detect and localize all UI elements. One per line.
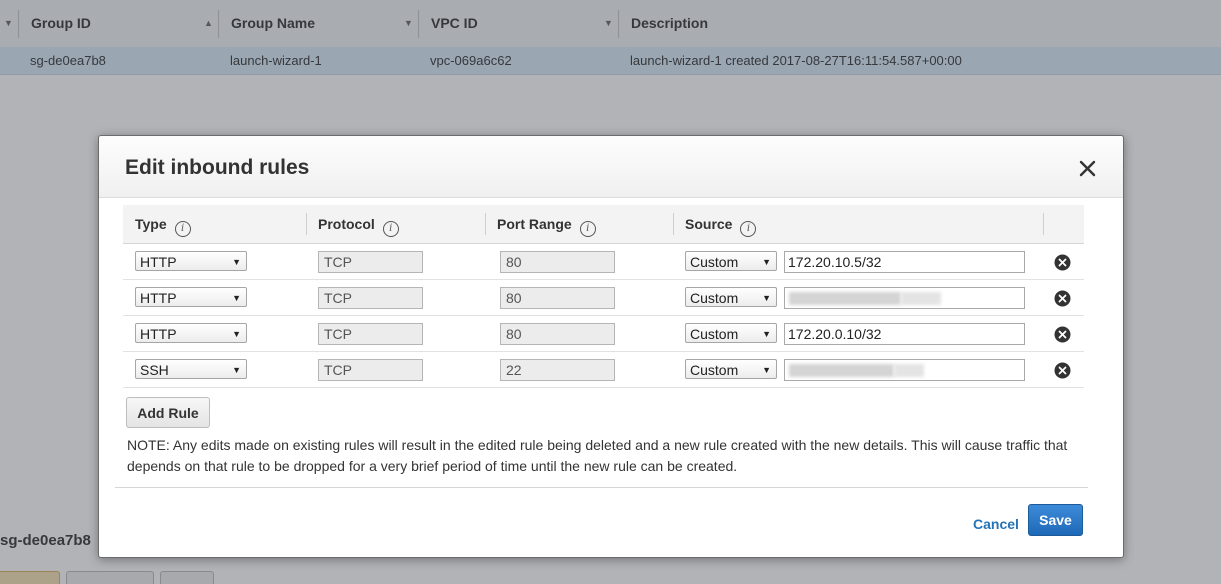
remove-rule-button[interactable]: [1054, 254, 1071, 271]
chevron-down-icon: ▼: [232, 257, 241, 267]
source-cidr-input[interactable]: [784, 287, 1025, 309]
source-cidr-input[interactable]: [784, 251, 1025, 273]
info-icon[interactable]: i: [579, 221, 596, 237]
source-cidr-input[interactable]: [784, 323, 1025, 345]
column-header-port-range: Port Range i: [497, 205, 596, 243]
source-type-select[interactable]: Custom ▼: [685, 359, 777, 379]
protocol-field: TCP: [318, 287, 423, 309]
chevron-down-icon: ▼: [762, 365, 771, 375]
info-icon[interactable]: i: [740, 221, 757, 237]
cancel-button[interactable]: Cancel: [973, 516, 1019, 532]
info-icon[interactable]: i: [174, 221, 191, 237]
type-select[interactable]: SSH ▼: [135, 359, 247, 379]
rules-table-header: Type i Protocol i Port Range i Source i: [123, 205, 1084, 244]
inbound-rules-table: Type i Protocol i Port Range i Source i HTTP…: [123, 205, 1084, 388]
port-range-field: 80: [500, 287, 615, 309]
column-label: Type: [135, 216, 167, 232]
column-separator: [1043, 213, 1044, 235]
source-type-select[interactable]: Custom ▼: [685, 323, 777, 343]
redacted-value: [894, 364, 924, 377]
type-select-value: HTTP: [140, 326, 177, 342]
source-type-select[interactable]: Custom ▼: [685, 251, 777, 271]
source-type-value: Custom: [690, 290, 739, 306]
rule-row: HTTP ▼ TCP 80 Custom ▼: [123, 244, 1084, 280]
column-header-type: Type i: [135, 205, 191, 243]
type-select[interactable]: HTTP ▼: [135, 251, 247, 271]
rule-row: HTTP ▼ TCP 80 Custom ▼: [123, 280, 1084, 316]
redacted-value: [789, 364, 894, 377]
chevron-down-icon: ▼: [232, 293, 241, 303]
chevron-down-icon: ▼: [762, 257, 771, 267]
protocol-field: TCP: [318, 251, 423, 273]
dialog-title: Edit inbound rules: [125, 156, 310, 179]
column-label: Port Range: [497, 216, 572, 232]
protocol-field: TCP: [318, 323, 423, 345]
source-type-value: Custom: [690, 326, 739, 342]
redacted-value: [901, 292, 941, 305]
remove-circle-icon: [1054, 290, 1071, 307]
type-select-value: HTTP: [140, 254, 177, 270]
column-separator: [306, 213, 307, 235]
remove-circle-icon: [1054, 326, 1071, 343]
close-button[interactable]: [1077, 158, 1099, 180]
edit-inbound-rules-dialog: Edit inbound rules Type i Protocol i Port …: [98, 135, 1124, 558]
column-separator: [673, 213, 674, 235]
chevron-down-icon: ▼: [232, 365, 241, 375]
column-label: Source: [685, 216, 733, 232]
column-header-protocol: Protocol i: [318, 205, 399, 243]
remove-circle-icon: [1054, 362, 1071, 379]
type-select[interactable]: HTTP ▼: [135, 323, 247, 343]
column-header-source: Source i: [685, 205, 757, 243]
add-rule-button[interactable]: Add Rule: [126, 397, 210, 428]
type-select-value: SSH: [140, 362, 169, 378]
redacted-value: [789, 292, 901, 305]
chevron-down-icon: ▼: [762, 293, 771, 303]
save-button[interactable]: Save: [1028, 504, 1083, 536]
column-label: Protocol: [318, 216, 375, 232]
source-cidr-input[interactable]: [784, 359, 1025, 381]
source-type-value: Custom: [690, 254, 739, 270]
source-type-select[interactable]: Custom ▼: [685, 287, 777, 307]
chevron-down-icon: ▼: [762, 329, 771, 339]
remove-circle-icon: [1054, 254, 1071, 271]
chevron-down-icon: ▼: [232, 329, 241, 339]
info-icon[interactable]: i: [382, 221, 399, 237]
type-select[interactable]: HTTP ▼: [135, 287, 247, 307]
column-separator: [485, 213, 486, 235]
remove-rule-button[interactable]: [1054, 290, 1071, 307]
protocol-field: TCP: [318, 359, 423, 381]
port-range-field: 80: [500, 323, 615, 345]
edit-warning-note: NOTE: Any edits made on existing rules w…: [127, 437, 1068, 474]
remove-rule-button[interactable]: [1054, 326, 1071, 343]
close-icon: [1079, 160, 1096, 177]
footer-divider: [115, 487, 1088, 488]
rule-row: HTTP ▼ TCP 80 Custom ▼: [123, 316, 1084, 352]
type-select-value: HTTP: [140, 290, 177, 306]
rule-row: SSH ▼ TCP 22 Custom ▼: [123, 352, 1084, 388]
port-range-field: 80: [500, 251, 615, 273]
dialog-header: Edit inbound rules: [99, 136, 1123, 198]
source-type-value: Custom: [690, 362, 739, 378]
port-range-field: 22: [500, 359, 615, 381]
remove-rule-button[interactable]: [1054, 362, 1071, 379]
